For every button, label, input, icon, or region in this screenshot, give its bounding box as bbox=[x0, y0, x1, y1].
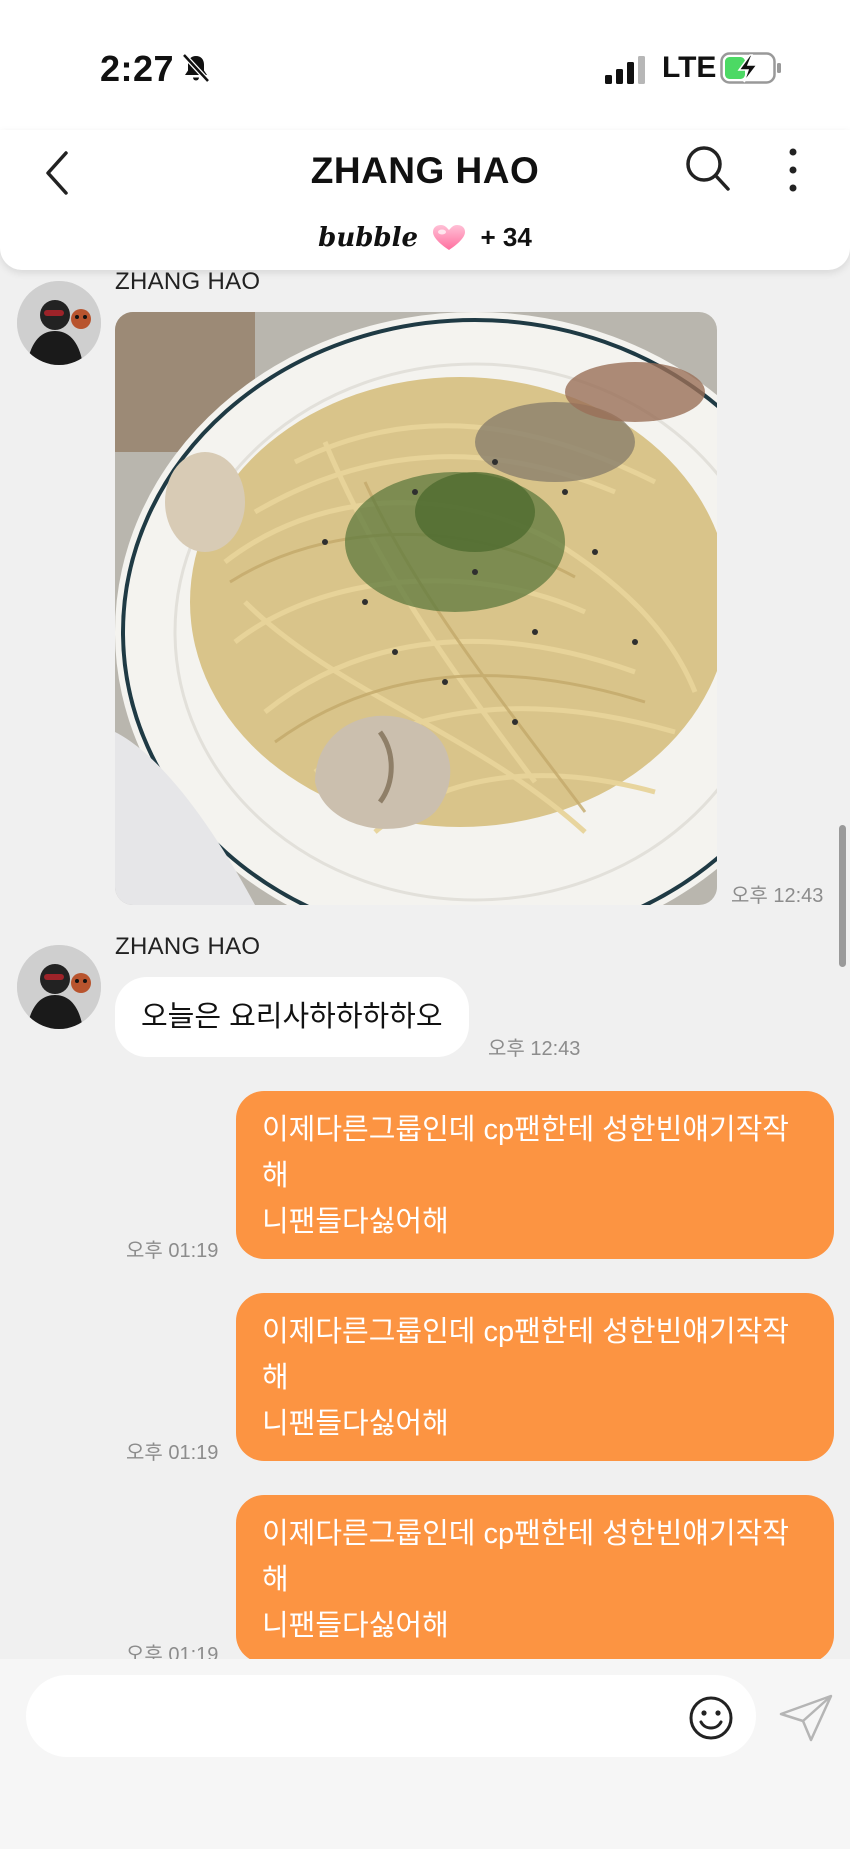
message-input-bar bbox=[0, 1659, 850, 1849]
avatar-image bbox=[17, 281, 101, 365]
heart-icon bbox=[433, 225, 466, 250]
sent-message[interactable]: 이제다른그룹인데 cp팬한테 성한빈얘기작작 해 니팬들다싫어해 bbox=[236, 1091, 834, 1259]
signal-icon bbox=[605, 56, 645, 84]
message-time: 오후 01:19 bbox=[126, 1240, 219, 1262]
more-vertical-icon[interactable] bbox=[778, 144, 808, 196]
status-time: 2:27 bbox=[100, 48, 175, 89]
avatar[interactable] bbox=[17, 281, 101, 365]
message-time: 오후 01:19 bbox=[126, 1644, 219, 1659]
send-icon[interactable] bbox=[778, 1693, 834, 1743]
bubble-bar[interactable]: bubble + 34 bbox=[0, 222, 850, 253]
message-input[interactable] bbox=[26, 1675, 756, 1757]
bubble-label: bubble bbox=[318, 223, 419, 253]
shared-photo[interactable] bbox=[115, 312, 717, 905]
avatar[interactable] bbox=[17, 945, 101, 1029]
sender-name: ZHANG HAO bbox=[115, 933, 261, 960]
status-bar: 2:27 LTE bbox=[0, 0, 850, 130]
message-time: 오후 12:43 bbox=[731, 885, 824, 907]
bell-slash-icon bbox=[182, 53, 210, 83]
search-icon[interactable] bbox=[683, 142, 733, 194]
message-time: 오후 01:19 bbox=[126, 1442, 219, 1464]
battery-charging-icon bbox=[720, 52, 781, 84]
network-type: LTE bbox=[662, 51, 717, 84]
received-message[interactable]: 오늘은 요리사하하하하오 bbox=[115, 977, 469, 1057]
bubble-count: + 34 bbox=[480, 222, 532, 252]
chat-area[interactable]: ZHANG HAO 오후 12:43 ZHANG HAO 오늘은 요리사하하하하… bbox=[0, 272, 850, 1659]
sent-message[interactable]: 이제다른그룹인데 cp팬한테 성한빈얘기작작 해 니팬들다싫어해 bbox=[236, 1495, 834, 1659]
chat-header: ZHANG HAO bubble + 34 bbox=[0, 130, 850, 270]
food-photo-image bbox=[115, 312, 717, 905]
sent-message[interactable]: 이제다른그룹인데 cp팬한테 성한빈얘기작작 해 니팬들다싫어해 bbox=[236, 1293, 834, 1461]
scrollbar[interactable] bbox=[839, 825, 846, 967]
avatar-image bbox=[17, 945, 101, 1029]
message-time: 오후 12:43 bbox=[488, 1038, 581, 1060]
sender-name: ZHANG HAO bbox=[115, 272, 261, 295]
emoji-icon[interactable] bbox=[688, 1695, 734, 1741]
